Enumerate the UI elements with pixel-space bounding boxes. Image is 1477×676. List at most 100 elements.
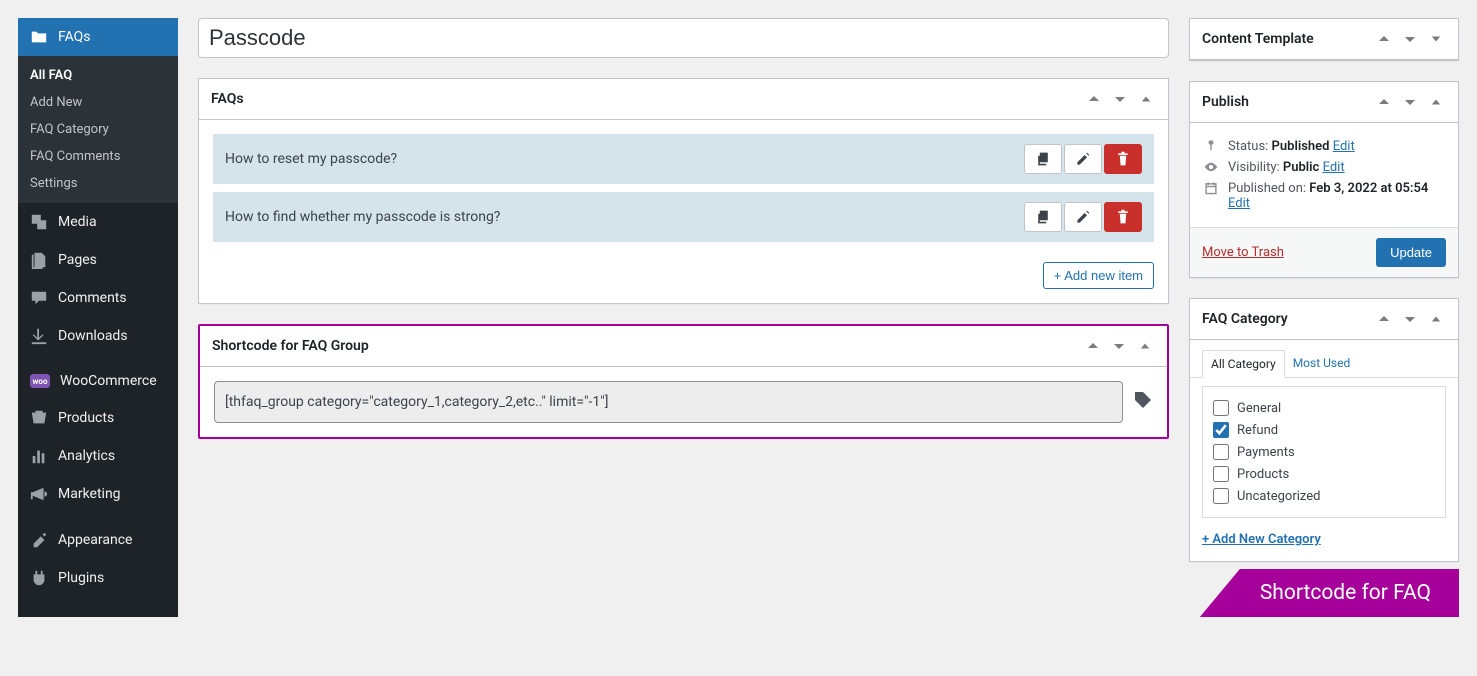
chevron-up-icon[interactable] — [1374, 309, 1394, 329]
duplicate-button[interactable] — [1024, 202, 1062, 232]
analytics-icon — [30, 447, 48, 465]
published-label: Published on: — [1228, 181, 1309, 196]
sidebar-item-appearance[interactable]: Appearance — [18, 521, 178, 559]
category-item[interactable]: Uncategorized — [1213, 485, 1435, 507]
sidebar-label: FAQs — [58, 29, 91, 45]
folder-icon — [30, 28, 48, 46]
sidebar-sub-all-faq[interactable]: All FAQ — [18, 62, 178, 89]
content-template-title: Content Template — [1202, 31, 1314, 47]
visibility-row: Visibility: Public Edit — [1202, 160, 1446, 175]
sidebar-sub-add-new[interactable]: Add New — [18, 89, 178, 116]
update-button[interactable]: Update — [1376, 238, 1446, 267]
triangle-up-icon[interactable] — [1135, 336, 1155, 356]
sidebar-submenu: All FAQ Add New FAQ Category FAQ Comment… — [18, 56, 178, 203]
woo-icon: woo — [30, 374, 50, 388]
faqs-box: FAQs How to reset my passcode? — [198, 78, 1169, 304]
triangle-down-icon[interactable] — [1426, 29, 1446, 49]
sidebar-item-media[interactable]: Media — [18, 203, 178, 241]
move-trash-link[interactable]: Move to Trash — [1202, 245, 1284, 260]
sidebar-item-comments[interactable]: Comments — [18, 279, 178, 317]
sidebar-item-downloads[interactable]: Downloads — [18, 317, 178, 355]
published-value: Feb 3, 2022 at 05:54 — [1309, 181, 1428, 196]
faq-category-title: FAQ Category — [1202, 311, 1288, 327]
category-checkbox-uncategorized[interactable] — [1213, 488, 1229, 504]
visibility-value: Public — [1283, 160, 1319, 175]
category-item[interactable]: Payments — [1213, 441, 1435, 463]
marketing-icon — [30, 485, 48, 503]
category-tabs: All Category Most Used — [1190, 350, 1458, 378]
pages-icon — [30, 251, 48, 269]
sidebar-label: WooCommerce — [60, 373, 157, 389]
tag-icon[interactable] — [1133, 390, 1153, 414]
add-new-item-button[interactable]: + Add new item — [1043, 262, 1154, 289]
faq-question: How to find whether my passcode is stron… — [225, 209, 500, 225]
chevron-down-icon[interactable] — [1400, 92, 1420, 112]
chevron-up-icon[interactable] — [1374, 29, 1394, 49]
edit-status-link[interactable]: Edit — [1333, 139, 1355, 154]
category-item[interactable]: Products — [1213, 463, 1435, 485]
sidebar-label: Pages — [58, 252, 97, 268]
sidebar-item-analytics[interactable]: Analytics — [18, 437, 178, 475]
appearance-icon — [30, 531, 48, 549]
post-title-input[interactable] — [198, 18, 1169, 58]
bottom-shortcode-tag: Shortcode for FAQ — [1200, 569, 1459, 617]
chevron-up-icon[interactable] — [1084, 89, 1104, 109]
category-checkbox-general[interactable] — [1213, 400, 1229, 416]
chevron-up-icon[interactable] — [1083, 336, 1103, 356]
category-item[interactable]: Refund — [1213, 419, 1435, 441]
chevron-down-icon[interactable] — [1400, 309, 1420, 329]
sidebar-sub-faq-comments[interactable]: FAQ Comments — [18, 143, 178, 170]
calendar-icon — [1202, 181, 1220, 195]
category-checkbox-refund[interactable] — [1213, 422, 1229, 438]
publish-title: Publish — [1202, 94, 1249, 110]
delete-button[interactable] — [1104, 144, 1142, 174]
delete-button[interactable] — [1104, 202, 1142, 232]
eye-icon — [1202, 160, 1220, 174]
category-checkbox-payments[interactable] — [1213, 444, 1229, 460]
triangle-up-icon[interactable] — [1136, 89, 1156, 109]
faq-question: How to reset my passcode? — [225, 151, 397, 167]
category-checkbox-products[interactable] — [1213, 466, 1229, 482]
edit-button[interactable] — [1064, 144, 1102, 174]
sidebar-label: Plugins — [58, 570, 104, 586]
sidebar-label: Marketing — [58, 486, 121, 502]
edit-published-link[interactable]: Edit — [1228, 196, 1250, 211]
status-label: Status: — [1228, 139, 1272, 154]
chevron-up-icon[interactable] — [1374, 92, 1394, 112]
sidebar-item-woocommerce[interactable]: woo WooCommerce — [18, 363, 178, 399]
sidebar-item-marketing[interactable]: Marketing — [18, 475, 178, 513]
content-template-box: Content Template — [1189, 18, 1459, 61]
sidebar-label: Comments — [58, 290, 127, 306]
category-list: General Refund Payments Products Uncateg… — [1202, 386, 1446, 518]
products-icon — [30, 409, 48, 427]
tab-all-category[interactable]: All Category — [1202, 350, 1285, 378]
tab-most-used[interactable]: Most Used — [1285, 350, 1359, 377]
sidebar-item-plugins[interactable]: Plugins — [18, 559, 178, 597]
chevron-down-icon[interactable] — [1400, 29, 1420, 49]
pin-icon — [1202, 139, 1220, 153]
sidebar-label: Analytics — [58, 448, 115, 464]
add-new-category-link[interactable]: + Add New Category — [1202, 532, 1321, 547]
triangle-up-icon[interactable] — [1426, 92, 1446, 112]
download-icon — [30, 327, 48, 345]
sidebar-label: Downloads — [58, 328, 128, 344]
shortcode-input[interactable]: [thfaq_group category="category_1,catego… — [214, 381, 1123, 423]
faq-item: How to reset my passcode? — [213, 134, 1154, 184]
sidebar-item-faqs[interactable]: FAQs — [18, 18, 178, 56]
edit-visibility-link[interactable]: Edit — [1323, 160, 1345, 175]
comment-icon — [30, 289, 48, 307]
sidebar-item-products[interactable]: Products — [18, 399, 178, 437]
media-icon — [30, 213, 48, 231]
triangle-up-icon[interactable] — [1426, 309, 1446, 329]
category-item[interactable]: General — [1213, 397, 1435, 419]
sidebar-item-pages[interactable]: Pages — [18, 241, 178, 279]
chevron-down-icon[interactable] — [1110, 89, 1130, 109]
duplicate-button[interactable] — [1024, 144, 1062, 174]
chevron-down-icon[interactable] — [1109, 336, 1129, 356]
edit-button[interactable] — [1064, 202, 1102, 232]
sidebar-sub-settings[interactable]: Settings — [18, 170, 178, 197]
sidebar-sub-faq-category[interactable]: FAQ Category — [18, 116, 178, 143]
admin-sidebar: FAQs All FAQ Add New FAQ Category FAQ Co… — [18, 18, 178, 617]
sidebar-label: Media — [58, 214, 97, 230]
published-row: Published on: Feb 3, 2022 at 05:54 Edit — [1202, 181, 1446, 211]
